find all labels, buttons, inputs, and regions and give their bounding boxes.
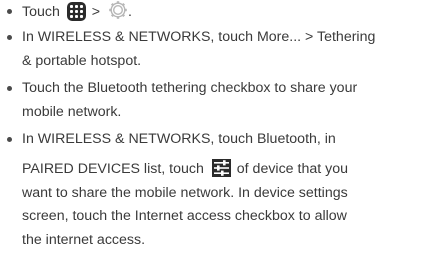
step-text: Touch	[22, 3, 60, 20]
bullet	[7, 9, 12, 14]
step-separator: >	[91, 3, 101, 20]
device-settings-sliders-icon	[211, 159, 231, 178]
list-item-line: mobile network.	[22, 104, 122, 120]
step-text: of device that you	[236, 161, 348, 177]
bullet	[7, 86, 12, 91]
apps-grid-icon	[66, 1, 86, 21]
list-item-line: want to share the mobile network. In dev…	[22, 185, 348, 201]
list-item-line: screen, touch the Internet access checkb…	[22, 208, 347, 224]
bullet	[7, 35, 12, 40]
step-end: .	[128, 3, 132, 20]
step-text: PAIRED DEVICES list, touch	[22, 161, 204, 177]
list-item-line: Touch > .	[22, 1, 132, 22]
list-item-line: In WIRELESS & NETWORKS, touch More... > …	[22, 29, 376, 45]
list-item-line: PAIRED DEVICES list, touch of device tha…	[22, 159, 348, 180]
list-item-line: Touch the Bluetooth tethering checkbox t…	[22, 80, 358, 96]
settings-gear-icon	[109, 1, 127, 19]
list-item-line: In WIRELESS & NETWORKS, touch Bluetooth,…	[22, 131, 336, 147]
list-item-line: & portable hotspot.	[22, 53, 142, 69]
list-item-line: the internet access.	[22, 232, 146, 248]
bullet	[7, 137, 12, 142]
instruction-list: Touch > . In WIRELESS & NETWORKS, touch …	[0, 0, 421, 275]
